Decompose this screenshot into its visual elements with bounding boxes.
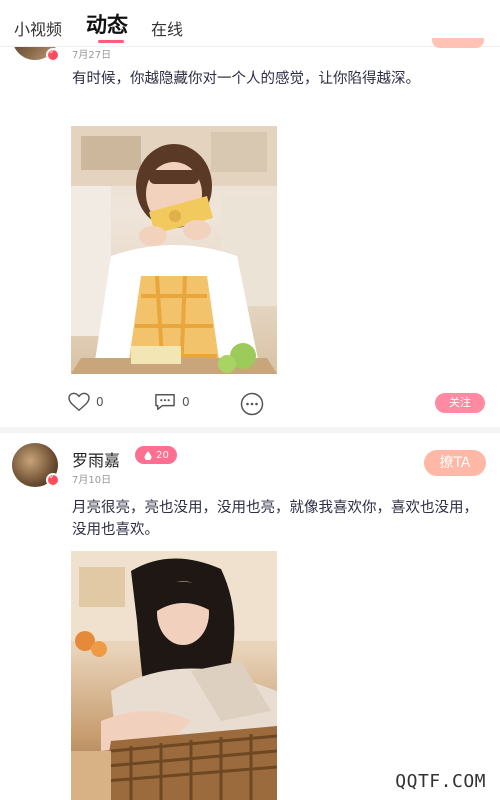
comment-icon <box>155 394 175 410</box>
heart-icon <box>68 392 90 412</box>
post-photo-illustration <box>71 126 277 374</box>
level-badge: 20 <box>135 446 177 464</box>
post-date: 7月10日 <box>72 475 112 486</box>
post-action-row: 0 0 <box>68 392 488 416</box>
post-date: 7月27日 <box>72 50 112 61</box>
top-tab-bar: 小视频 动态 在线 <box>0 0 500 48</box>
post-photo[interactable] <box>71 551 277 800</box>
tab-moments[interactable]: 动态 <box>86 9 128 39</box>
avatar[interactable] <box>12 443 60 487</box>
username[interactable]: 罗雨嘉 <box>72 447 120 471</box>
level-value: 20 <box>156 449 169 461</box>
post-photo[interactable] <box>71 126 277 374</box>
verified-icon <box>46 472 60 487</box>
drop-icon <box>144 451 152 460</box>
post-photo-illustration <box>71 551 277 800</box>
follow-button-partial[interactable] <box>432 38 484 48</box>
tab-short-video[interactable]: 小视频 <box>14 16 62 40</box>
active-tab-indicator <box>98 40 124 43</box>
post-content: 有时候，你越隐藏你对一个人的感觉，让你陷得越深。 <box>72 71 420 87</box>
more-button[interactable] <box>240 392 264 416</box>
like-count: 0 <box>96 395 104 409</box>
comment-button[interactable]: 0 <box>154 392 190 412</box>
tab-online[interactable]: 在线 <box>151 16 183 40</box>
comment-count: 0 <box>182 395 190 409</box>
more-icon <box>240 392 264 416</box>
like-button[interactable]: 0 <box>68 392 104 412</box>
post-content: 月亮很亮，亮也没用，没用也亮，就像我喜欢你，喜欢也没用，没用也喜欢。 <box>72 500 478 538</box>
verified-icon <box>46 47 60 62</box>
chat-button[interactable]: 撩TA <box>424 450 486 476</box>
follow-button[interactable]: 关注 <box>435 393 485 413</box>
watermark: QQTF.COM <box>395 771 486 792</box>
post-divider <box>0 427 500 433</box>
